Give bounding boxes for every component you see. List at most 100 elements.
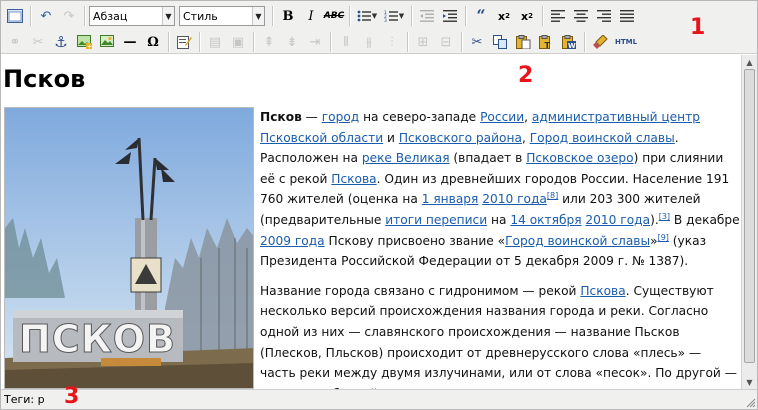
link-census[interactable]: итоги переписи <box>385 213 487 227</box>
editor-content-area[interactable]: Псков 2 ПСКОВ Псков — город на северо-за… <box>1 55 741 389</box>
chevron-down-icon: ▼ <box>252 7 264 25</box>
paste-icon[interactable] <box>512 31 534 53</box>
table-row-props-icon[interactable]: ▤ <box>204 31 226 53</box>
table-cell-props-icon[interactable]: ▣ <box>227 31 249 53</box>
svg-text:W: W <box>568 42 576 49</box>
text: . Существуют несколько версий происхожде… <box>260 283 737 389</box>
style-select-value: Стиль <box>183 9 218 23</box>
link-lake[interactable]: Псковское озеро <box>526 151 633 165</box>
edit-source-icon[interactable] <box>173 31 195 53</box>
row-after-icon[interactable]: ⇟ <box>281 31 303 53</box>
format-select[interactable]: Абзац ▼ <box>89 6 175 26</box>
paste-word-icon[interactable]: W <box>558 31 580 53</box>
link-icon[interactable]: ⚭ <box>4 31 26 53</box>
paste-text-icon[interactable]: T <box>535 31 557 53</box>
subscript-icon[interactable]: x2 <box>493 5 515 27</box>
element-path[interactable]: Теги: p <box>4 393 45 406</box>
row-before-icon[interactable]: ⇞ <box>258 31 280 53</box>
toolbar-separator <box>461 32 462 52</box>
text: , <box>521 130 530 145</box>
align-right-icon[interactable] <box>593 5 615 27</box>
fullscreen-icon[interactable] <box>4 5 26 27</box>
paragraph-2: Название города связано с гидронимом — р… <box>260 281 740 389</box>
bold-icon[interactable]: B <box>277 5 299 27</box>
chevron-down-icon: ▼ <box>162 7 174 25</box>
link-military-glory[interactable]: Город воинской славы <box>530 131 675 145</box>
col-after-icon[interactable]: ⫵ <box>358 31 380 53</box>
blockquote-icon[interactable]: “ <box>470 5 492 27</box>
link-russia[interactable]: России <box>480 110 524 124</box>
scrollbar-thumb[interactable] <box>744 69 755 363</box>
paragraph-1: Псков — город на северо-западе России, а… <box>260 107 740 272</box>
toolbar-separator <box>168 32 169 52</box>
pskov-sign-image[interactable]: ПСКОВ <box>4 107 254 389</box>
ref-3[interactable]: [3] <box>659 212 670 221</box>
align-left-icon[interactable] <box>547 5 569 27</box>
toolbar-row-2: ⚭ ✂ ⚓ + — Ω ▤ ▣ ⇞ ⇟ ⇥ ⫴ ⫵ ⫶ ⊞ ⊟ ✂ T W HT… <box>1 29 641 55</box>
html-source-button[interactable]: HTML <box>612 31 640 53</box>
undo-icon[interactable]: ↶ <box>35 5 57 27</box>
style-select[interactable]: Стиль ▼ <box>179 6 265 26</box>
toolbar-separator <box>465 6 466 26</box>
toolbar-row-1: ↶ ↷ Абзац ▼ Стиль ▼ B I ABC ▼ 1 2 3 ▼ “ … <box>1 3 639 29</box>
text: (впадает в <box>449 151 527 166</box>
link-pskova[interactable]: Пскова <box>580 284 625 298</box>
vertical-scrollbar[interactable]: ▲ ▼ <box>741 55 757 389</box>
merge-cells-icon[interactable]: ⊞ <box>412 31 434 53</box>
strikethrough-icon[interactable]: ABC <box>323 5 345 27</box>
align-center-icon[interactable] <box>570 5 592 27</box>
annotation-marker-3: 3 <box>64 384 80 409</box>
link-district[interactable]: Псковского района <box>399 131 522 145</box>
link-city[interactable]: город <box>322 110 359 124</box>
cut-icon[interactable]: ✂ <box>466 31 488 53</box>
annotation-marker-1: 1 <box>690 15 706 40</box>
anchor-icon[interactable]: ⚓ <box>50 31 72 53</box>
unlink-icon[interactable]: ✂ <box>27 31 49 53</box>
toolbar-separator <box>407 32 408 52</box>
text: на северо-западе <box>359 110 481 124</box>
annotation-marker-2: 2 <box>518 63 534 88</box>
city-name: Псков <box>260 110 302 124</box>
col-before-icon[interactable]: ⫴ <box>335 31 357 53</box>
cleanup-icon[interactable] <box>589 31 611 53</box>
outdent-icon[interactable] <box>416 5 438 27</box>
link-jan1[interactable]: 1 января <box>422 192 479 206</box>
text: и <box>383 130 399 145</box>
insert-media-icon[interactable] <box>96 31 118 53</box>
scroll-down-icon[interactable]: ▼ <box>742 375 757 389</box>
link-title[interactable]: Город воинской славы <box>505 234 650 248</box>
link-velikaya[interactable]: реке Великая <box>362 151 450 165</box>
special-char-icon[interactable]: Ω <box>142 31 164 53</box>
link-oct14[interactable]: 14 октября <box>510 213 581 227</box>
text: — <box>301 110 322 124</box>
toolbar-separator <box>253 32 254 52</box>
scroll-up-icon[interactable]: ▲ <box>742 55 757 69</box>
numbered-list-icon[interactable]: 1 2 3 ▼ <box>381 5 407 27</box>
split-cells-icon[interactable]: ⊟ <box>435 31 457 53</box>
link-2009[interactable]: 2009 года <box>260 234 325 248</box>
article-body: Псков — город на северо-западе России, а… <box>260 107 740 389</box>
text: на <box>487 212 511 227</box>
redo-icon[interactable]: ↷ <box>58 5 80 27</box>
delete-row-icon[interactable]: ⇥ <box>304 31 326 53</box>
page-title: Псков <box>3 65 86 93</box>
align-justify-icon[interactable] <box>616 5 638 27</box>
insert-image-icon[interactable]: + <box>73 31 95 53</box>
italic-icon[interactable]: I <box>300 5 322 27</box>
link-pskova[interactable]: Пскова <box>331 172 376 186</box>
delete-col-icon[interactable]: ⫶ <box>381 31 403 53</box>
ref-9[interactable]: [9] <box>658 233 669 242</box>
status-bar: Теги: p 3 <box>1 384 757 409</box>
link-2010[interactable]: 2010 года <box>482 192 547 206</box>
horizontal-rule-icon[interactable]: — <box>119 31 141 53</box>
resize-handle-icon[interactable] <box>744 396 756 408</box>
indent-icon[interactable] <box>439 5 461 27</box>
toolbar-separator <box>330 32 331 52</box>
ref-8[interactable]: [8] <box>547 191 558 200</box>
link-2010b[interactable]: 2010 года <box>585 213 650 227</box>
copy-icon[interactable] <box>489 31 511 53</box>
superscript-icon[interactable]: x2 <box>516 5 538 27</box>
toolbar-separator <box>272 6 273 26</box>
toolbar-separator <box>411 6 412 26</box>
bullet-list-icon[interactable]: ▼ <box>354 5 380 27</box>
